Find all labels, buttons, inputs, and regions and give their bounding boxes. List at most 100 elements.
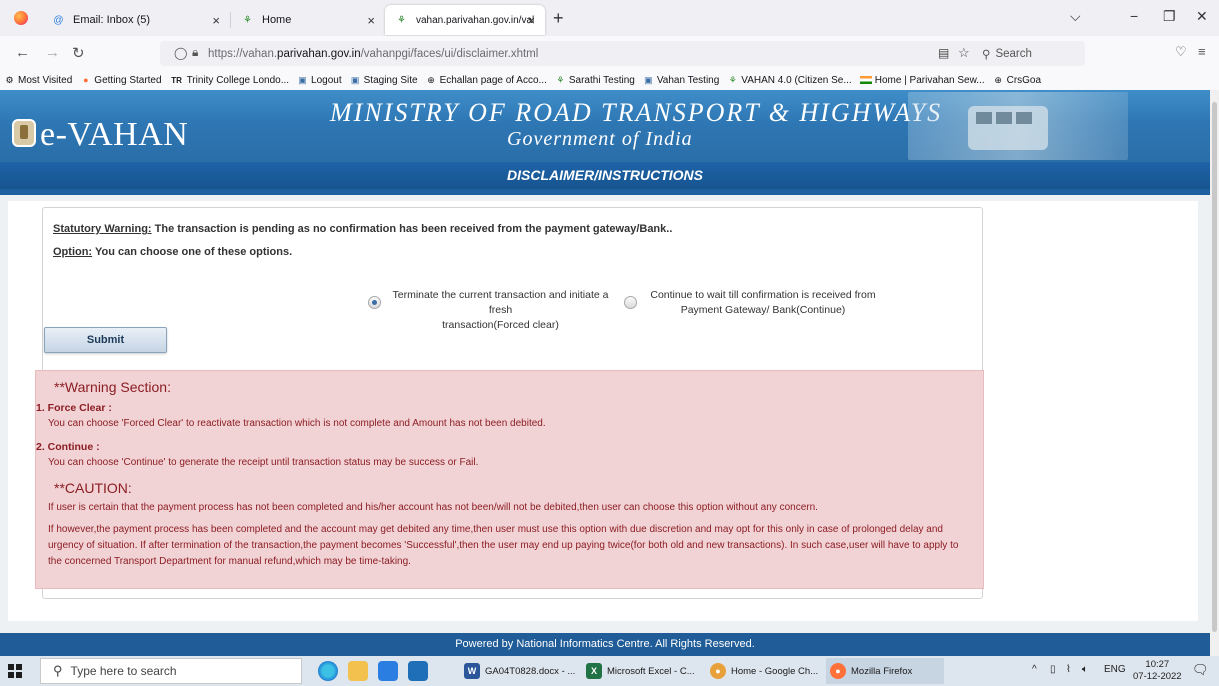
- tab-vahan-active[interactable]: ⚘ vahan.parivahan.gov.in/vahanp ×: [385, 5, 545, 35]
- vahan-icon: ⚘: [728, 74, 737, 85]
- chevron-up-icon[interactable]: ^: [1032, 664, 1037, 675]
- bookmark-label: Most Visited: [18, 74, 73, 86]
- government-subtitle: Government of India: [507, 128, 693, 150]
- bookmark-label: Echallan page of Acco...: [439, 74, 547, 86]
- bookmark-star-icon[interactable]: ☆: [958, 45, 970, 61]
- page-footer: Powered by National Informatics Centre. …: [0, 633, 1210, 656]
- windows-start-icon[interactable]: [8, 664, 22, 678]
- ministry-title: MINISTRY OF ROAD TRANSPORT & HIGHWAYS: [330, 98, 943, 127]
- firefox-menu-icon[interactable]: [14, 11, 28, 25]
- network-icon[interactable]: ⌇: [1066, 664, 1071, 675]
- volume-icon[interactable]: 🔈︎: [1082, 664, 1088, 675]
- bookmarks-toolbar: ⚙ Most Visited ● Getting Started TR Trinity…: [0, 70, 1219, 90]
- close-window-icon[interactable]: ✕: [1196, 8, 1208, 25]
- submit-button[interactable]: Submit: [44, 327, 167, 353]
- taskbar-search[interactable]: ⚲ Type here to search: [40, 658, 302, 684]
- page-scrollbar[interactable]: [1210, 90, 1219, 656]
- lock-icon[interactable]: 🔒︎: [192, 45, 198, 60]
- forward-arrow-icon[interactable]: →: [45, 44, 60, 61]
- vahan-icon: ⚘: [243, 14, 252, 26]
- taskbar-app-label: Microsoft Excel - C...: [607, 665, 695, 677]
- radio-continue[interactable]: [624, 296, 637, 309]
- taskbar-app-label: Home - Google Ch...: [731, 665, 819, 677]
- bus-window: [996, 112, 1012, 124]
- minimize-icon[interactable]: −: [1130, 8, 1138, 24]
- reader-view-icon[interactable]: ▤: [938, 46, 949, 60]
- url-prefix: https://vahan.: [208, 47, 278, 60]
- vahan-icon: ⚘: [556, 74, 565, 85]
- tab-label: Home: [262, 14, 292, 26]
- edge-icon[interactable]: [318, 661, 338, 681]
- browser-tab-bar: @ Email: Inbox (5) × ⚘ Home × ⚘ vahan.pa…: [0, 0, 1219, 36]
- radio-label-line: transaction(Forced clear): [442, 319, 559, 331]
- close-icon[interactable]: ×: [212, 13, 220, 28]
- national-emblem-icon: [12, 119, 36, 147]
- file-explorer-icon[interactable]: [348, 661, 368, 681]
- bookmark-item[interactable]: ⊕ Echallan page of Acco...: [426, 75, 547, 86]
- bookmark-item[interactable]: ▣ Vahan Testing: [643, 75, 719, 86]
- india-flag-icon: [859, 76, 872, 84]
- pocket-icon[interactable]: ♡: [1175, 44, 1187, 60]
- firefox-icon: ●: [83, 75, 89, 85]
- radio-forced-clear-label[interactable]: Terminate the current transaction and in…: [383, 288, 618, 333]
- brand-logo-text: e-VAHAN: [40, 116, 189, 153]
- statutory-warning-text: The transaction is pending as no confirm…: [151, 223, 673, 235]
- system-clock[interactable]: 10:27 07-12-2022: [1133, 659, 1182, 683]
- search-placeholder: Search: [995, 47, 1032, 60]
- reload-icon[interactable]: ↻: [72, 44, 85, 62]
- store-icon[interactable]: [378, 661, 398, 681]
- bookmark-item[interactable]: ⊕ CrsGoa: [993, 75, 1041, 86]
- hamburger-menu-icon[interactable]: ≡: [1198, 44, 1206, 59]
- bookmark-item[interactable]: ⚘ VAHAN 4.0 (Citizen Se...: [727, 74, 852, 86]
- banner-bus-image: [908, 92, 1128, 160]
- bookmark-label: Logout: [311, 74, 342, 86]
- bookmark-item[interactable]: TR Trinity College Londo...: [170, 75, 289, 86]
- radio-forced-clear[interactable]: [368, 296, 381, 309]
- back-arrow-icon[interactable]: ←: [15, 44, 30, 61]
- caution-paragraph: If however,the payment process has been …: [48, 524, 959, 567]
- statutory-warning: Statutory Warning: The transaction is pe…: [53, 223, 672, 235]
- bookmark-item[interactable]: ▣ Logout: [297, 74, 342, 86]
- list-all-tabs-chevron-icon[interactable]: ⌵: [1070, 8, 1081, 25]
- tab-email[interactable]: @ Email: Inbox (5) ×: [42, 5, 230, 35]
- taskbar-app-label: Mozilla Firefox: [851, 665, 913, 677]
- bookmark-item[interactable]: Home | Parivahan Sew...: [859, 75, 985, 86]
- statutory-warning-label: Statutory Warning:: [53, 223, 152, 235]
- tab-label: Email: Inbox (5): [73, 14, 151, 26]
- title-divider: [0, 189, 1210, 195]
- taskbar-app-word[interactable]: W GA04T0828.docx - ...: [460, 658, 580, 684]
- mail-icon[interactable]: [408, 661, 428, 681]
- radio-continue-label[interactable]: Continue to wait till confirmation is re…: [643, 288, 883, 318]
- close-icon[interactable]: ×: [527, 13, 535, 28]
- language-indicator[interactable]: ENG: [1104, 664, 1126, 675]
- search-field[interactable]: ⚲ Search: [982, 41, 1085, 66]
- notifications-icon[interactable]: 🗨︎: [1192, 662, 1209, 678]
- globe-icon: ⊕: [994, 74, 1002, 85]
- bus-window: [1016, 112, 1032, 124]
- disclaimer-panel: Statutory Warning: The transaction is pe…: [35, 207, 984, 599]
- url-path: /vahanpgi/faces/ui/disclaimer.xhtml: [360, 47, 539, 60]
- new-tab-plus-icon[interactable]: +: [553, 8, 564, 29]
- bookmark-item[interactable]: ▣ Staging Site: [350, 75, 418, 86]
- url-text[interactable]: https://vahan.parivahan.gov.in/vahanpgi/…: [208, 48, 538, 60]
- taskbar-search-placeholder: Type here to search: [70, 664, 177, 678]
- continue-title: 2. Continue :: [36, 441, 100, 453]
- address-bar[interactable]: ◯ 🔒︎ https://vahan.parivahan.gov.in/vaha…: [160, 41, 1085, 66]
- restore-icon[interactable]: ❐: [1163, 8, 1176, 25]
- close-icon[interactable]: ×: [367, 13, 375, 28]
- scrollbar-thumb[interactable]: [1212, 102, 1217, 632]
- clock-date: 07-12-2022: [1133, 671, 1182, 682]
- tablet-icon[interactable]: ▯: [1050, 664, 1056, 675]
- gear-icon: ⚙: [5, 74, 14, 85]
- bookmark-item[interactable]: ⚙ Most Visited: [4, 75, 72, 86]
- shield-icon[interactable]: ◯: [174, 46, 187, 60]
- tab-home[interactable]: ⚘ Home ×: [231, 5, 385, 35]
- taskbar-app-excel[interactable]: X Microsoft Excel - C...: [582, 658, 702, 684]
- taskbar-app-firefox[interactable]: ● Mozilla Firefox: [826, 658, 944, 684]
- tr-logo-icon: TR: [171, 75, 182, 85]
- bookmark-item[interactable]: ⚘ Sarathi Testing: [555, 75, 635, 86]
- chrome-icon: ●: [710, 663, 726, 679]
- bookmark-item[interactable]: ● Getting Started: [80, 75, 161, 86]
- radio-label-line: Terminate the current transaction and in…: [392, 289, 609, 316]
- taskbar-app-chrome[interactable]: ● Home - Google Ch...: [706, 658, 824, 684]
